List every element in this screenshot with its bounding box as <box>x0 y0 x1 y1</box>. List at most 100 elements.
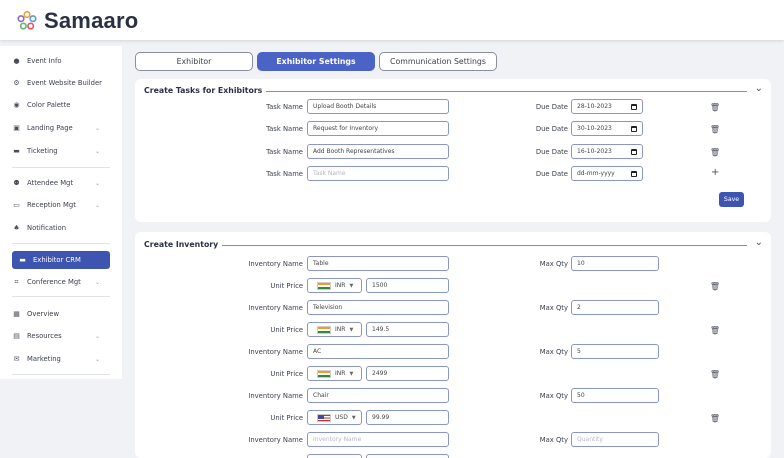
new-max-qty-input[interactable]: Quantity <box>571 432 659 447</box>
unit-price-label: Unit Price <box>270 282 303 290</box>
sidebar-item-label: Attendee Mgt <box>27 179 74 187</box>
currency-select[interactable]: INR ▼ <box>307 278 362 293</box>
due-date-value: 30-10-2023 <box>577 125 612 132</box>
task-name-label: Task Name <box>266 103 303 111</box>
unit-price-input[interactable]: 2499 <box>366 366 449 381</box>
currency-code: INR <box>335 326 346 333</box>
tab-exhibitor-settings[interactable]: Exhibitor Settings <box>257 52 375 71</box>
chevron-down-icon[interactable]: ⌄ <box>755 83 763 94</box>
inventory-name-input[interactable]: Television <box>307 300 449 315</box>
india-flag-icon <box>317 369 331 378</box>
unit-price-label: Unit Price <box>270 370 303 378</box>
sidebar-item-notification[interactable]: ♠ Notification <box>12 219 110 237</box>
due-date-input[interactable]: 16-10-2023 <box>571 144 643 159</box>
sidebar-divider <box>12 296 110 297</box>
conference-icon: ⌗ <box>14 277 19 286</box>
unit-price-input[interactable] <box>366 454 449 458</box>
calendar-icon <box>631 148 637 155</box>
sidebar-item-event-info[interactable]: ● Event Info <box>12 52 110 70</box>
brand-name: Samaaro <box>44 8 139 33</box>
currency-select[interactable]: INR ▼ <box>307 322 362 337</box>
chevron-down-icon: ⌄ <box>94 124 100 132</box>
new-task-name-input[interactable]: Task Name <box>307 166 449 181</box>
inventory-name-label: Inventory Name <box>248 304 303 312</box>
delete-icon[interactable]: 🗑 <box>710 103 720 112</box>
tasks-card: Create Tasks for Exhibitors ⌄ Task Name … <box>135 79 771 222</box>
task-name-input[interactable]: Upload Booth Details <box>307 99 449 114</box>
add-task-icon[interactable]: + <box>711 167 719 178</box>
inventory-name-label: Inventory Name <box>248 436 303 444</box>
task-name-label: Task Name <box>266 125 303 133</box>
inventory-name-label: Inventory Name <box>248 348 303 356</box>
max-qty-label: Max Qty <box>539 304 568 312</box>
calendar-icon <box>631 170 637 177</box>
chevron-down-icon[interactable]: ⌄ <box>755 237 763 248</box>
max-qty-input[interactable]: 50 <box>571 388 659 403</box>
task-name-label: Task Name <box>266 170 303 178</box>
unit-price-label: Unit Price <box>270 326 303 334</box>
sidebar-item-conference-mgt[interactable]: ⌗ Conference Mgt ⌄ <box>12 273 110 291</box>
file-icon: ▤ <box>13 332 20 340</box>
sidebar-item-exhibitor-crm[interactable]: ▬ Exhibitor CRM <box>12 251 110 269</box>
sidebar-item-label: Overview <box>27 310 59 318</box>
sidebar-divider <box>12 374 110 375</box>
due-date-input[interactable]: 28-10-2023 <box>571 99 643 114</box>
sidebar-item-event-website-builder[interactable]: ⚙ Event Website Builder <box>12 74 110 92</box>
delete-icon[interactable]: 🗑 <box>710 370 720 379</box>
palette-icon: ◉ <box>13 101 20 109</box>
crm-icon: ▬ <box>19 256 26 264</box>
max-qty-label: Max Qty <box>539 260 568 268</box>
due-date-label: Due Date <box>535 148 568 156</box>
currency-code: INR <box>335 370 346 377</box>
max-qty-input[interactable]: 10 <box>571 256 659 271</box>
currency-select[interactable] <box>307 454 362 458</box>
max-qty-input[interactable]: 2 <box>571 300 659 315</box>
chevron-down-icon: ⌄ <box>94 278 100 286</box>
tab-exhibitor[interactable]: Exhibitor <box>135 52 253 71</box>
inventory-section-title: Create Inventory <box>144 240 223 249</box>
sidebar: ● Event Info ⚙ Event Website Builder ◉ C… <box>0 46 122 379</box>
calendar-icon <box>631 125 637 132</box>
due-date-input[interactable]: 30-10-2023 <box>571 121 643 136</box>
sidebar-item-color-palette[interactable]: ◉ Color Palette <box>12 96 110 114</box>
sidebar-item-attendee-mgt[interactable]: ⚉ Attendee Mgt ⌄ <box>12 174 110 192</box>
chevron-down-icon: ⌄ <box>94 147 100 155</box>
brand-logo[interactable]: Samaaro <box>16 6 138 36</box>
inventory-name-input[interactable]: AC <box>307 344 449 359</box>
delete-icon[interactable]: 🗑 <box>710 282 720 291</box>
top-bar: Samaaro <box>0 0 784 40</box>
currency-select[interactable]: INR ▼ <box>307 366 362 381</box>
sidebar-item-landing-page[interactable]: ▣ Landing Page ⌄ <box>12 119 110 137</box>
delete-icon[interactable]: 🗑 <box>710 148 720 157</box>
sidebar-item-overview[interactable]: ▦ Overview <box>12 305 110 323</box>
max-qty-input[interactable]: 5 <box>571 344 659 359</box>
unit-price-input[interactable]: 1500 <box>366 278 449 293</box>
save-button[interactable]: Save <box>719 192 744 207</box>
section-divider <box>147 245 747 246</box>
unit-price-input[interactable]: 149.5 <box>366 322 449 337</box>
sidebar-item-marketing[interactable]: ✉ Marketing ⌄ <box>12 350 110 368</box>
sidebar-item-label: Color Palette <box>27 101 71 109</box>
task-name-input[interactable]: Add Booth Representatives <box>307 144 449 159</box>
inventory-name-input[interactable]: Table <box>307 256 449 271</box>
grid-icon: ▦ <box>13 310 20 318</box>
sidebar-item-resources[interactable]: ▤ Resources ⌄ <box>12 327 110 345</box>
unit-price-label: Unit Price <box>270 414 303 422</box>
delete-icon[interactable]: 🗑 <box>710 326 720 335</box>
task-name-input[interactable]: Request for Inventory <box>307 121 449 136</box>
inventory-card: Create Inventory ⌄ Inventory Name Table … <box>135 232 771 458</box>
delete-icon[interactable]: 🗑 <box>710 125 720 134</box>
tab-communication-settings[interactable]: Communication Settings <box>379 52 497 71</box>
sidebar-divider <box>12 243 110 244</box>
inventory-name-input[interactable]: Chair <box>307 388 449 403</box>
new-inventory-name-input[interactable]: Inventory Name <box>307 432 449 447</box>
new-due-date-input[interactable]: dd-mm-yyyy <box>571 166 643 181</box>
unit-price-input[interactable]: 99.99 <box>366 410 449 425</box>
currency-select[interactable]: USD ▼ <box>307 410 362 425</box>
sidebar-item-label: Conference Mgt <box>27 278 81 286</box>
delete-icon[interactable]: 🗑 <box>710 414 720 423</box>
sidebar-item-ticketing[interactable]: ▬ Ticketing ⌄ <box>12 142 110 160</box>
max-qty-label: Max Qty <box>539 436 568 444</box>
sidebar-item-label: Ticketing <box>27 147 58 155</box>
sidebar-item-reception-mgt[interactable]: ▭ Reception Mgt ⌄ <box>12 196 110 214</box>
